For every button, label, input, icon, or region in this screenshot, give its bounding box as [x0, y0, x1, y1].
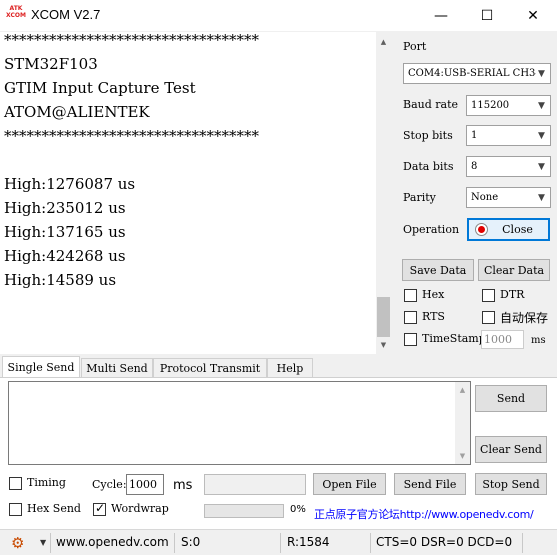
- baud-rate-label: Baud rate: [403, 98, 459, 111]
- hex-display-label: Hex: [422, 288, 445, 301]
- clear-data-button[interactable]: Clear Data: [478, 259, 550, 281]
- baud-rate-value: 115200: [471, 100, 510, 111]
- stop-bits-value: 1: [471, 130, 478, 141]
- data-bits-label: Data bits: [403, 160, 454, 173]
- close-port-button[interactable]: Close: [467, 218, 550, 241]
- send-progress-bar: [204, 504, 284, 518]
- title-bar: ATK XCOM XCOM V2.7 — ☐ ✕: [0, 0, 557, 31]
- rts-label: RTS: [422, 310, 445, 323]
- receive-line: High:424268 us: [4, 247, 126, 265]
- timestamp-checkbox[interactable]: [404, 333, 417, 346]
- data-bits-value: 8: [471, 161, 478, 172]
- receive-line: High:235012 us: [4, 199, 126, 217]
- send-scroll-down-icon[interactable]: ▼: [455, 452, 470, 460]
- send-scroll-up-icon[interactable]: ▲: [455, 386, 470, 394]
- modem-signals: CTS=0 DSR=0 DCD=0: [376, 535, 513, 549]
- forum-link[interactable]: 正点原子官方论坛http://www.openedv.com/: [314, 506, 534, 522]
- send-progress-percent: 0%: [290, 504, 306, 515]
- scroll-down-icon[interactable]: ▼: [376, 341, 391, 349]
- hex-display-checkbox[interactable]: [404, 289, 417, 302]
- parity-value: None: [471, 192, 499, 203]
- parity-select[interactable]: None ▼: [466, 187, 551, 208]
- status-bar: ⚙ ▼ www.openedv.com S:0 R:1584 CTS=0 DSR…: [0, 529, 557, 555]
- chevron-down-icon: ▼: [538, 130, 545, 141]
- clear-send-button[interactable]: Clear Send: [475, 436, 547, 463]
- timestamp-label: TimeStamp: [422, 332, 486, 345]
- rts-checkbox[interactable]: [404, 311, 417, 324]
- stop-bits-select[interactable]: 1 ▼: [466, 125, 551, 146]
- wordwrap-checkbox[interactable]: [93, 501, 106, 516]
- cycle-input[interactable]: 1000: [126, 474, 164, 495]
- close-port-label: Close: [502, 223, 533, 236]
- data-bits-select[interactable]: 8 ▼: [466, 156, 551, 177]
- sent-count: S:0: [181, 535, 201, 549]
- send-text-input[interactable]: [8, 381, 471, 465]
- stop-bits-label: Stop bits: [403, 129, 453, 142]
- received-count: R:1584: [287, 535, 330, 549]
- close-window-button[interactable]: ✕: [510, 0, 556, 31]
- send-scrollbar[interactable]: ▲ ▼: [455, 382, 470, 464]
- timing-checkbox[interactable]: [9, 477, 22, 490]
- receive-line: ATOM@ALIENTEK: [4, 103, 150, 121]
- receive-line: **********************************: [4, 31, 259, 49]
- minimize-button[interactable]: —: [418, 0, 464, 31]
- hex-send-label: Hex Send: [27, 502, 81, 515]
- receive-line: High:137165 us: [4, 223, 126, 241]
- dtr-checkbox[interactable]: [482, 289, 495, 302]
- maximize-button[interactable]: ☐: [464, 0, 510, 31]
- parity-label: Parity: [403, 191, 436, 204]
- chevron-down-icon: ▼: [538, 192, 545, 203]
- receive-text: ********************************** STM32F…: [4, 28, 376, 292]
- dtr-label: DTR: [500, 288, 525, 301]
- timestamp-unit: ms: [531, 335, 546, 346]
- cycle-label: Cycle:: [92, 478, 127, 491]
- chevron-down-icon: ▼: [538, 68, 545, 79]
- auto-save-checkbox[interactable]: [482, 311, 495, 324]
- save-data-button[interactable]: Save Data: [402, 259, 474, 281]
- tab-single-send[interactable]: Single Send: [2, 356, 80, 378]
- tab-multi-send[interactable]: Multi Send: [81, 358, 153, 378]
- cycle-unit: ms: [173, 478, 193, 493]
- operation-label: Operation: [403, 223, 460, 236]
- open-file-button[interactable]: Open File: [313, 473, 386, 495]
- app-logo-icon: ATK XCOM: [6, 5, 26, 19]
- chevron-down-icon: ▼: [538, 161, 545, 172]
- chevron-down-icon[interactable]: ▼: [40, 538, 46, 547]
- port-status-icon: [475, 223, 488, 236]
- port-select[interactable]: COM4:USB-SERIAL CH340 ▼: [403, 63, 551, 84]
- timing-label: Timing: [27, 476, 66, 489]
- wordwrap-label: Wordwrap: [111, 502, 169, 515]
- port-label: Port: [403, 40, 427, 53]
- scroll-up-icon[interactable]: ▲: [376, 38, 391, 46]
- timestamp-input[interactable]: 1000: [481, 330, 524, 349]
- hex-send-checkbox[interactable]: [9, 503, 22, 516]
- file-path-input[interactable]: [204, 474, 306, 495]
- receive-line: STM32F103: [4, 55, 98, 73]
- receive-line: [4, 148, 376, 172]
- receive-line: High:14589 us: [4, 271, 117, 289]
- receive-line: GTIM Input Capture Test: [4, 79, 196, 97]
- send-button[interactable]: Send: [475, 385, 547, 412]
- receive-line: High:1276087 us: [4, 175, 136, 193]
- tab-help[interactable]: Help: [267, 358, 313, 378]
- window-title: XCOM V2.7: [31, 7, 101, 22]
- status-url[interactable]: www.openedv.com: [56, 535, 169, 549]
- chevron-down-icon: ▼: [538, 100, 545, 111]
- stop-send-button[interactable]: Stop Send: [475, 473, 547, 495]
- scroll-thumb[interactable]: [377, 297, 390, 337]
- send-file-button[interactable]: Send File: [394, 473, 466, 495]
- baud-rate-select[interactable]: 115200 ▼: [466, 95, 551, 116]
- receive-line: **********************************: [4, 127, 259, 145]
- tab-protocol-transmit[interactable]: Protocol Transmit: [153, 358, 267, 378]
- auto-save-label: 自动保存: [500, 311, 549, 325]
- gear-icon[interactable]: ⚙: [11, 534, 24, 552]
- port-value: COM4:USB-SERIAL CH340: [408, 68, 536, 79]
